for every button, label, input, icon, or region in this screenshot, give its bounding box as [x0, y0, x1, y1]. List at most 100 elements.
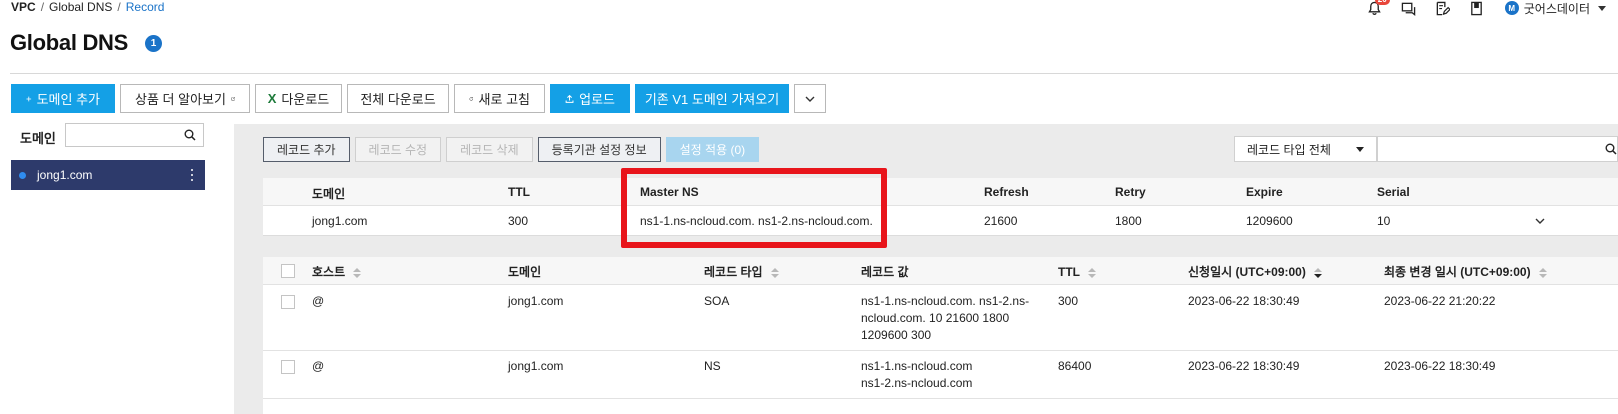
- apply-settings-button[interactable]: 설정 적용 (0): [665, 137, 760, 162]
- record-updated: 2023-06-22 18:30:49: [1384, 359, 1496, 373]
- more-options-button[interactable]: [794, 84, 826, 113]
- soa-refresh: 21600: [984, 214, 1018, 228]
- col-record-type[interactable]: 레코드 타입: [704, 264, 779, 281]
- search-icon[interactable]: [184, 129, 196, 141]
- chat-icon: [1402, 2, 1416, 16]
- main-toolbar: 도메인 추가 상품 더 알아보기 X 다운로드 전체 다운로드 새로 고침 업로…: [11, 84, 826, 113]
- user-menu[interactable]: M 굿어스데이터: [1504, 0, 1606, 17]
- sort-icon[interactable]: [770, 267, 779, 279]
- chevron-down-icon[interactable]: [1535, 216, 1545, 226]
- record-value: ns1-1.ns-ncloud.com ns1-2.ns-ncloud.com: [861, 359, 973, 390]
- sort-icon[interactable]: [1538, 267, 1547, 279]
- record-created: 2023-06-22 18:30:49: [1188, 359, 1300, 373]
- kebab-menu-icon[interactable]: [191, 169, 194, 181]
- memo-button[interactable]: [1433, 0, 1453, 16]
- chat-button[interactable]: [1399, 0, 1419, 16]
- search-icon[interactable]: [1605, 143, 1617, 155]
- breadcrumb-separator: /: [117, 0, 121, 14]
- add-domain-button[interactable]: 도메인 추가: [11, 84, 115, 113]
- download-button[interactable]: X 다운로드: [255, 84, 342, 113]
- count-badge: 1: [145, 35, 162, 52]
- col-updated[interactable]: 최종 변경 일시 (UTC+09:00): [1384, 264, 1547, 281]
- soa-ttl: 300: [508, 214, 529, 228]
- record-type: SOA: [704, 294, 730, 308]
- upload-icon: [565, 94, 574, 103]
- records-table: 호스트 도메인 레코드 타입 레코드 값 TTL 신청일시 (UTC+09:00…: [263, 257, 1618, 414]
- breadcrumb: VPC / Global DNS / Record: [11, 0, 164, 14]
- delete-record-button[interactable]: 레코드 삭제: [446, 137, 533, 162]
- domain-name: jong1.com: [37, 168, 93, 182]
- col-refresh: Refresh: [984, 185, 1029, 199]
- edit-record-button[interactable]: 레코드 수정: [354, 137, 442, 162]
- refresh-icon: [469, 96, 474, 101]
- download-all-label: 전체 다운로드: [360, 92, 436, 107]
- soa-master-ns: ns1-1.ns-ncloud.com. ns1-2.ns-ncloud.com…: [640, 214, 873, 228]
- breadcrumb-separator: /: [40, 0, 45, 14]
- soa-retry: 1800: [1115, 214, 1142, 228]
- select-all-checkbox[interactable]: [281, 264, 295, 278]
- import-v1-label: 기존 V1 도메인 가져오기: [644, 92, 780, 107]
- record-domain: jong1.com: [508, 359, 564, 373]
- row-checkbox[interactable]: [281, 360, 295, 374]
- user-name: 굿어스데이터: [1523, 1, 1590, 16]
- registrar-info-button[interactable]: 등록기관 설정 정보: [537, 137, 661, 162]
- domain-search-input[interactable]: [65, 123, 204, 147]
- sort-desc-icon[interactable]: [1313, 267, 1322, 279]
- sort-icon[interactable]: [1088, 267, 1096, 279]
- col-ttl: TTL: [508, 185, 530, 199]
- col-created[interactable]: 신청일시 (UTC+09:00): [1188, 264, 1322, 281]
- record-host: @: [312, 294, 325, 308]
- breadcrumb-record[interactable]: Record: [126, 0, 165, 14]
- record-updated: 2023-06-22 21:20:22: [1384, 294, 1496, 308]
- breadcrumb-vpc[interactable]: VPC: [11, 0, 36, 14]
- col-domain: 도메인: [508, 265, 542, 279]
- table-row[interactable]: @ jong1.com NS ns1-1.ns-ncloud.com ns1-2…: [263, 351, 1618, 399]
- status-dot: [19, 171, 26, 179]
- col-expire: Expire: [1246, 185, 1283, 199]
- notification-count: 20: [1374, 0, 1390, 5]
- sort-icon[interactable]: [353, 267, 362, 279]
- table-row[interactable]: @ jong1.com SOA ns1-1.ns-ncloud.com. ns1…: [263, 286, 1618, 351]
- top-bar: 20 M 굿어스데이터: [1365, 0, 1606, 16]
- breadcrumb-global-dns[interactable]: Global DNS: [49, 0, 112, 14]
- upload-button[interactable]: 업로드: [550, 84, 630, 113]
- avatar: M: [1504, 1, 1519, 15]
- col-retry: Retry: [1115, 185, 1146, 199]
- upload-label: 업로드: [579, 92, 615, 107]
- col-ttl[interactable]: TTL: [1058, 264, 1096, 281]
- guide-button[interactable]: [1467, 0, 1487, 16]
- refresh-button[interactable]: 새로 고침: [454, 84, 545, 113]
- record-created: 2023-06-22 18:30:49: [1188, 294, 1300, 308]
- record-search-input[interactable]: [1377, 136, 1618, 162]
- download-all-button[interactable]: 전체 다운로드: [347, 84, 449, 113]
- records-table-header: 호스트 도메인 레코드 타입 레코드 값 TTL 신청일시 (UTC+09:00…: [263, 257, 1618, 285]
- add-record-button[interactable]: 레코드 추가: [263, 137, 350, 162]
- record-type-select[interactable]: 레코드 타입 전체: [1234, 136, 1377, 162]
- record-host: @: [312, 359, 325, 373]
- col-record-value: 레코드 값: [861, 265, 909, 279]
- row-checkbox[interactable]: [281, 295, 295, 309]
- soa-table: 도메인 TTL Master NS Refresh Retry Expire S…: [263, 178, 1618, 236]
- col-master-ns: Master NS: [640, 185, 699, 199]
- plus-icon: [26, 96, 32, 101]
- col-serial: Serial: [1377, 185, 1410, 199]
- soa-serial: 10: [1377, 214, 1391, 228]
- record-ttl: 86400: [1058, 359, 1092, 373]
- soa-expire: 1209600: [1246, 214, 1293, 228]
- import-v1-button[interactable]: 기존 V1 도메인 가져오기: [635, 84, 789, 113]
- soa-domain: jong1.com: [312, 214, 368, 228]
- notification-button[interactable]: 20: [1365, 0, 1390, 16]
- domain-list-item[interactable]: jong1.com: [11, 160, 205, 190]
- chevron-down-icon: [1598, 5, 1606, 11]
- col-host[interactable]: 호스트: [312, 264, 362, 281]
- table-row[interactable]: jong1.com 300 ns1-1.ns-ncloud.com. ns1-2…: [263, 207, 1618, 236]
- record-type: NS: [704, 359, 721, 373]
- chevron-down-icon: [805, 96, 815, 102]
- col-domain: 도메인: [312, 187, 346, 201]
- record-ttl: 300: [1058, 294, 1079, 308]
- learn-more-button[interactable]: 상품 더 알아보기: [120, 84, 250, 113]
- book-icon: [1471, 1, 1483, 15]
- edit-note-icon: [1436, 1, 1451, 15]
- divider: [10, 73, 1618, 74]
- add-domain-label: 도메인 추가: [36, 92, 100, 107]
